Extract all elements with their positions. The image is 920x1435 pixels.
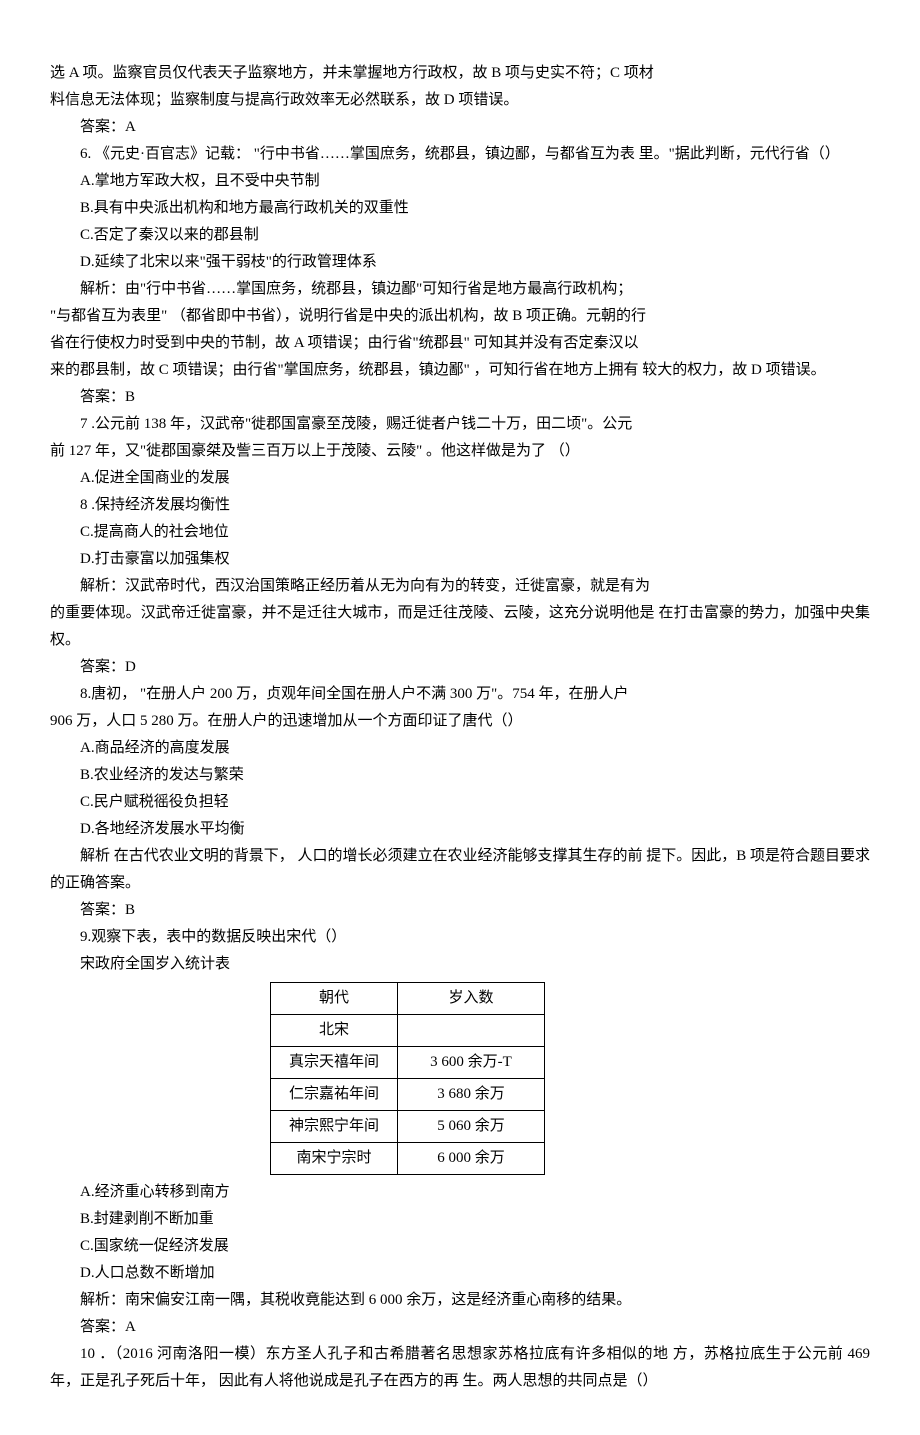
table-row: 北宋: [271, 1015, 545, 1047]
table-header-dynasty: 朝代: [271, 983, 398, 1015]
table-cell: 6 000 余万: [398, 1143, 545, 1175]
table-row: 朝代 岁入数: [271, 983, 545, 1015]
table-row: 南宋宁宗时 6 000 余万: [271, 1143, 545, 1175]
q7-option-c: C.提高商人的社会地位: [50, 519, 870, 546]
q7-option-b: 8 .保持经济发展均衡性: [50, 492, 870, 519]
q7-stem-2: 前 127 年，又"徙郡国豪桀及訾三百万以上于茂陵、云陵" 。他这样做是为了 （…: [50, 438, 870, 465]
q7-analysis-2: 的重要体现。汉武帝迁徙富豪，并不是迁往大城市，而是迁往茂陵、云陵，这充分说明他是…: [50, 600, 870, 654]
table-cell: [398, 1015, 545, 1047]
table-cell: 3 600 余万-T: [398, 1047, 545, 1079]
revenue-table: 朝代 岁入数 北宋 真宗天禧年间 3 600 余万-T 仁宗嘉祐年间 3 680…: [270, 982, 545, 1175]
q9-option-c: C.国家统一促经济发展: [50, 1233, 870, 1260]
q9-table-caption: 宋政府全国岁入统计表: [50, 951, 870, 978]
q6-analysis-3: 省在行使权力时受到中央的节制，故 A 项错误；由行省"统郡县" 可知其并没有否定…: [50, 330, 870, 357]
q6-answer: 答案：B: [50, 384, 870, 411]
q7-answer: 答案：D: [50, 654, 870, 681]
table-row: 神宗熙宁年间 5 060 余万: [271, 1111, 545, 1143]
q9-stem: 9.观察下表，表中的数据反映出宋代（）: [50, 924, 870, 951]
q8-analysis: 解析 在古代农业文明的背景下， 人口的增长必须建立在农业经济能够支撑其生存的前 …: [50, 843, 870, 897]
q8-option-a: A.商品经济的高度发展: [50, 735, 870, 762]
table-row: 仁宗嘉祐年间 3 680 余万: [271, 1079, 545, 1111]
table-cell: 北宋: [271, 1015, 398, 1047]
q6-analysis-4: 来的郡县制，故 C 项错误；由行省"掌国庶务，统郡县，镇边鄙" ，可知行省在地方…: [50, 357, 870, 384]
q6-stem: 6. 《元史·百官志》记载： "行中书省……掌国庶务，统郡县，镇边鄙，与都省互为…: [50, 141, 870, 168]
table-cell: 仁宗嘉祐年间: [271, 1079, 398, 1111]
intro-line-2: 料信息无法体现；监察制度与提高行政效率无必然联系，故 D 项错误。: [50, 87, 870, 114]
q8-option-b: B.农业经济的发达与繁荣: [50, 762, 870, 789]
q6-analysis-1: 解析：由"行中书省……掌国庶务，统郡县，镇边鄙"可知行省是地方最高行政机构；: [50, 276, 870, 303]
q10-stem: 10 ．（2016 河南洛阳一模）东方圣人孔子和古希腊著名思想家苏格拉底有许多相…: [50, 1341, 870, 1395]
q7-analysis-1: 解析：汉武帝时代，西汉治国策略正经历着从无为向有为的转变，迁徙富豪，就是有为: [50, 573, 870, 600]
table-cell: 南宋宁宗时: [271, 1143, 398, 1175]
q8-answer: 答案：B: [50, 897, 870, 924]
q9-analysis: 解析：南宋偏安江南一隅，其税收竟能达到 6 000 余万，这是经济重心南移的结果…: [50, 1287, 870, 1314]
q7-option-a: A.促进全国商业的发展: [50, 465, 870, 492]
q9-answer: 答案：A: [50, 1314, 870, 1341]
table-cell: 5 060 余万: [398, 1111, 545, 1143]
table-row: 真宗天禧年间 3 600 余万-T: [271, 1047, 545, 1079]
q9-option-b: B.封建剥削不断加重: [50, 1206, 870, 1233]
q9-option-a: A.经济重心转移到南方: [50, 1179, 870, 1206]
q7-stem-1: 7 .公元前 138 年，汉武帝"徙郡国富豪至茂陵，赐迁徙者户钱二十万，田二顷"…: [50, 411, 870, 438]
q8-stem-2: 906 万，人口 5 280 万。在册人户的迅速增加从一个方面印证了唐代（）: [50, 708, 870, 735]
q9-option-d: D.人口总数不断增加: [50, 1260, 870, 1287]
q6-option-a: A.掌地方军政大权，且不受中央节制: [50, 168, 870, 195]
q6-option-d: D.延续了北宋以来"强干弱枝"的行政管理体系: [50, 249, 870, 276]
q6-analysis-2: "与都省互为表里" （都省即中书省），说明行省是中央的派出机构，故 B 项正确。…: [50, 303, 870, 330]
intro-line-1: 选 A 项。监察官员仅代表天子监察地方，并未掌握地方行政权，故 B 项与史实不符…: [50, 60, 870, 87]
intro-answer: 答案：A: [50, 114, 870, 141]
q8-option-c: C.民户赋税徭役负担轻: [50, 789, 870, 816]
q8-option-d: D.各地经济发展水平均衡: [50, 816, 870, 843]
q6-option-c: C.否定了秦汉以来的郡县制: [50, 222, 870, 249]
q8-stem-1: 8.唐初， "在册人户 200 万，贞观年间全国在册人户不满 300 万"。75…: [50, 681, 870, 708]
table-cell: 真宗天禧年间: [271, 1047, 398, 1079]
table-cell: 3 680 余万: [398, 1079, 545, 1111]
table-cell: 神宗熙宁年间: [271, 1111, 398, 1143]
table-header-revenue: 岁入数: [398, 983, 545, 1015]
q7-option-d: D.打击豪富以加强集权: [50, 546, 870, 573]
q6-option-b: B.具有中央派出机构和地方最高行政机关的双重性: [50, 195, 870, 222]
